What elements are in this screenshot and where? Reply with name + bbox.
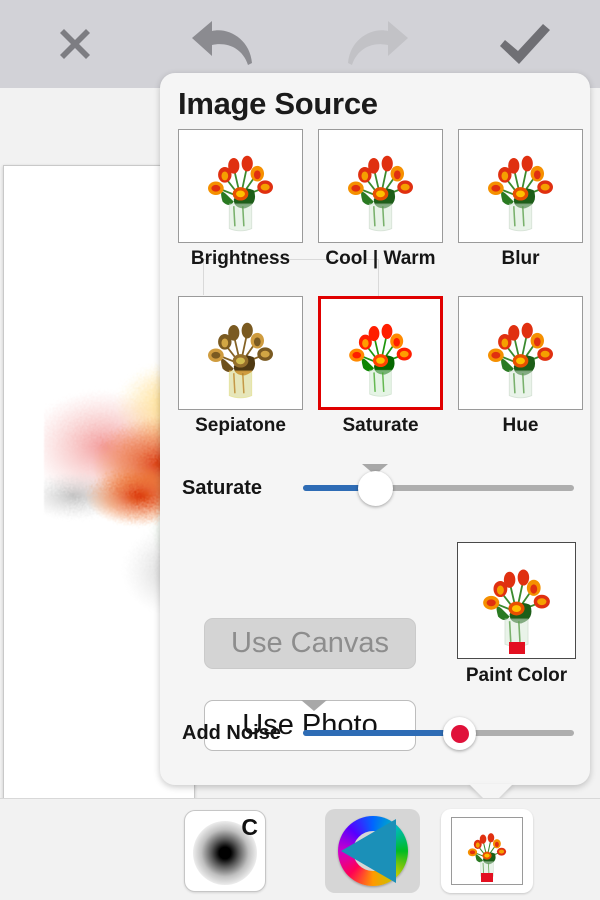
bouquet-image [321, 299, 440, 407]
paint-color-thumbnail[interactable] [457, 542, 576, 659]
close-x-icon [51, 20, 99, 68]
use-canvas-label: Use Canvas [231, 627, 389, 659]
brush-badge-letter: C [241, 814, 258, 840]
color-wheel-icon [337, 816, 408, 886]
bouquet-image [179, 297, 302, 409]
image-source-button[interactable] [441, 809, 533, 893]
filter-hue[interactable]: Hue [458, 296, 583, 437]
filter-cool-warm[interactable]: Cool | Warm [318, 129, 443, 270]
add-noise-knob-dot [450, 724, 469, 743]
saturate-slider-row[interactable]: Saturate [178, 464, 574, 508]
paint-color-label: Paint Color [465, 665, 568, 686]
bouquet-image [459, 130, 582, 242]
close-button[interactable] [0, 0, 150, 88]
bouquet-image [319, 130, 442, 242]
filter-saturate[interactable]: Saturate [318, 296, 443, 437]
filter-label: Cool | Warm [325, 248, 436, 269]
add-noise-slider-fill [303, 730, 456, 736]
saturate-slider-label: Saturate [182, 477, 263, 499]
redo-arrow-icon [340, 19, 410, 69]
filter-thumbnail[interactable] [458, 129, 583, 243]
add-noise-slider-label: Add Noise [182, 722, 281, 744]
panel-title: Image Source [178, 86, 378, 121]
filter-label: Sepiatone [195, 415, 286, 436]
filter-blur[interactable]: Blur [458, 129, 583, 270]
source-color-chip [481, 873, 493, 882]
filter-label: Brightness [190, 248, 291, 269]
saturate-slider-knob[interactable] [358, 471, 393, 506]
filter-brightness[interactable]: Brightness [178, 129, 303, 270]
bouquet-image [179, 130, 302, 242]
color-wheel-triangle [340, 819, 396, 883]
color-wheel-button[interactable] [325, 809, 420, 893]
paint-color-chip [508, 642, 525, 654]
filter-thumbnail[interactable] [318, 129, 443, 243]
filter-thumbnail[interactable] [318, 296, 443, 410]
filter-thumbnail[interactable] [458, 296, 583, 410]
filter-label: Hue [502, 415, 539, 436]
bouquet-image [458, 543, 575, 658]
filter-label: Saturate [342, 415, 419, 436]
filter-sepiatone[interactable]: Sepiatone [178, 296, 303, 437]
image-source-panel: Image Source Brightness Cool | Warm Blur… [160, 73, 590, 785]
bouquet-image [459, 297, 582, 409]
bouquet-thumbnail-icon [451, 817, 523, 885]
paint-color-cell[interactable]: Paint Color [457, 542, 576, 687]
add-noise-slider-marker [301, 700, 327, 711]
checkmark-icon [497, 20, 553, 68]
add-noise-slider-row[interactable]: Add Noise [178, 700, 574, 753]
add-noise-slider-knob[interactable] [443, 717, 476, 750]
filter-label: Blur [501, 248, 540, 269]
use-canvas-button[interactable]: Use Canvas [204, 618, 416, 669]
brush-preview[interactable]: C [184, 810, 266, 892]
undo-arrow-icon [190, 19, 260, 69]
filter-thumbnail[interactable] [178, 129, 303, 243]
filter-thumbnail[interactable] [178, 296, 303, 410]
